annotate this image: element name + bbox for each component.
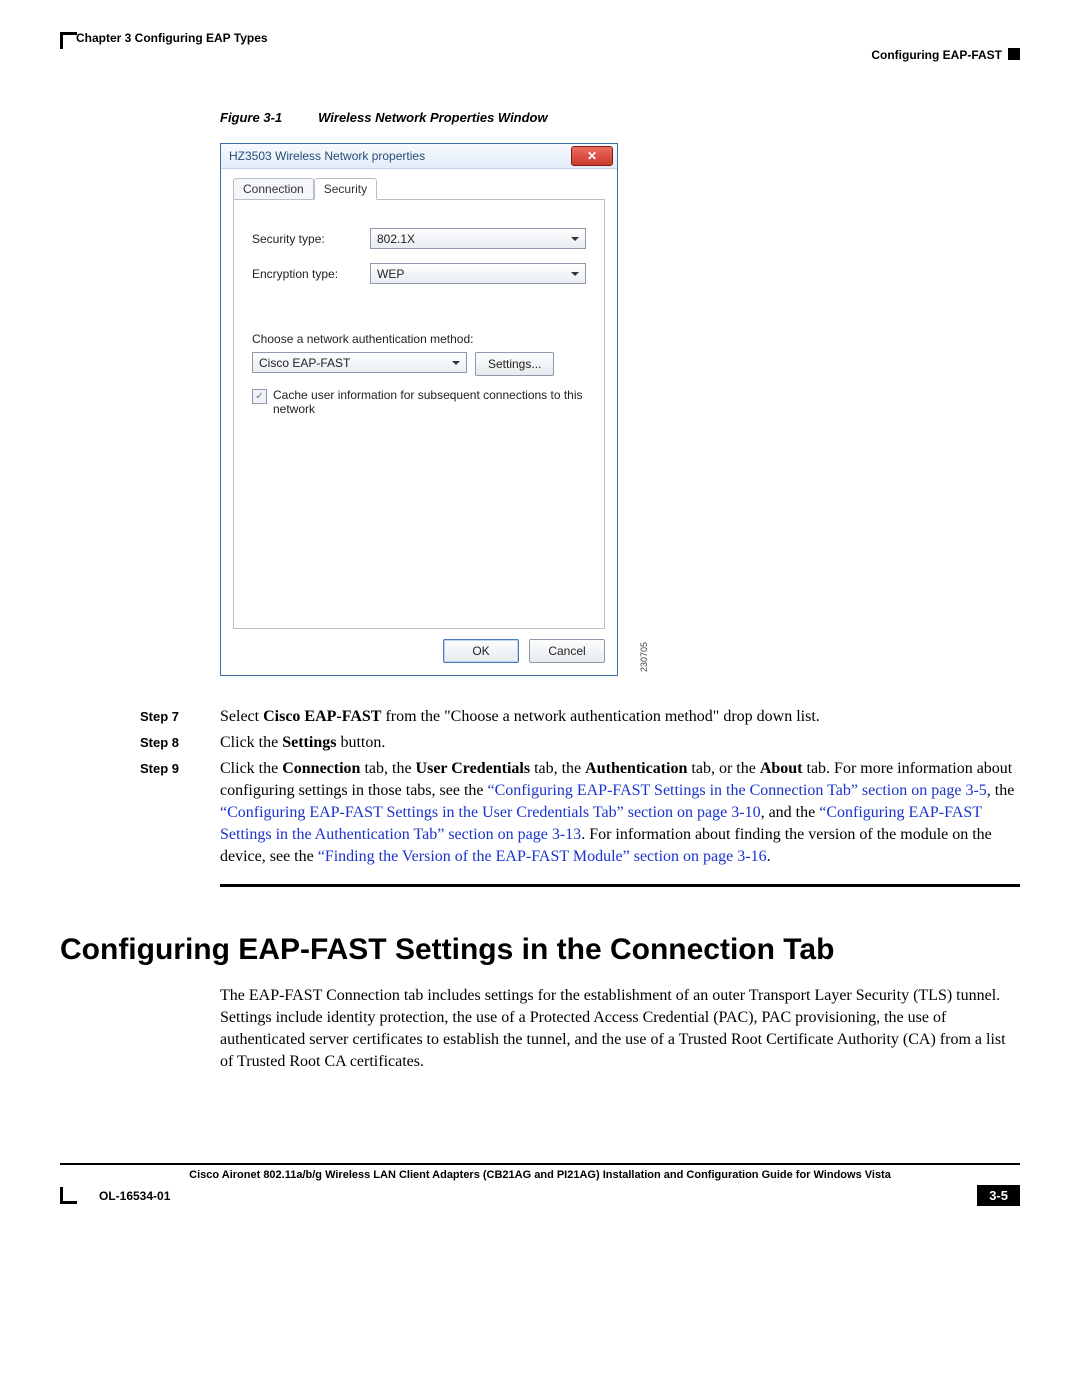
link-connection-tab-section[interactable]: “Configuring EAP-FAST Settings in the Co… [488,782,987,799]
figure-id: 230705 [639,642,649,672]
ok-button[interactable]: OK [443,639,519,663]
wireless-properties-dialog: HZ3503 Wireless Network properties ✕ Con… [220,143,618,676]
tab-security[interactable]: Security [314,178,377,200]
steps-end-rule [220,884,1020,887]
footer-rule [60,1163,1020,1165]
figure-title: Wireless Network Properties Window [318,110,548,125]
encryption-type-label: Encryption type: [252,267,370,281]
auth-method-value: Cisco EAP-FAST [259,356,350,370]
footer-doc-number: OL-16534-01 [99,1189,170,1203]
step9-label: Step 9 [140,758,220,868]
step8-label: Step 8 [140,732,220,754]
step9-text: Click the Connection tab, the User Crede… [220,758,1020,868]
figure-label: Figure 3-1 [220,110,282,125]
crop-mark-top-left [60,32,77,49]
header-end-marker [1008,48,1020,60]
security-type-value: 802.1X [377,232,415,246]
step7-text: Select Cisco EAP-FAST from the "Choose a… [220,706,1020,728]
section-heading: Configuring EAP-FAST Settings in the Con… [60,933,1020,967]
security-tab-panel: Security type: 802.1X Encryption type: W… [233,199,605,629]
footer-page-number: 3-5 [977,1185,1020,1206]
security-type-select[interactable]: 802.1X [370,228,586,249]
auth-method-label: Choose a network authentication method: [252,332,586,346]
tab-connection[interactable]: Connection [233,178,314,199]
link-finding-version-section[interactable]: “Finding the Version of the EAP-FAST Mod… [318,848,767,865]
link-user-credentials-section[interactable]: “Configuring EAP-FAST Settings in the Us… [220,804,761,821]
header-chapter: Chapter 3 Configuring EAP Types [76,31,268,45]
cancel-button[interactable]: Cancel [529,639,605,663]
encryption-type-value: WEP [377,267,404,281]
cache-user-info-label: Cache user information for subsequent co… [273,388,586,416]
close-icon[interactable]: ✕ [571,146,613,166]
auth-method-select[interactable]: Cisco EAP-FAST [252,352,467,373]
step8-text: Click the Settings button. [220,732,1020,754]
crop-mark-bottom-left [60,1187,77,1204]
header-section: Configuring EAP-FAST [871,48,1002,62]
cache-user-info-checkbox[interactable] [252,389,267,404]
dialog-titlebar: HZ3503 Wireless Network properties ✕ [221,144,617,169]
settings-button[interactable]: Settings... [475,352,554,376]
footer-book-title: Cisco Aironet 802.11a/b/g Wireless LAN C… [60,1169,1020,1181]
step7-label: Step 7 [140,706,220,728]
figure-caption: Figure 3-1 Wireless Network Properties Wi… [220,110,1020,125]
dialog-title: HZ3503 Wireless Network properties [229,149,425,163]
encryption-type-select[interactable]: WEP [370,263,586,284]
security-type-label: Security type: [252,232,370,246]
section-paragraph: The EAP-FAST Connection tab includes set… [220,985,1020,1073]
